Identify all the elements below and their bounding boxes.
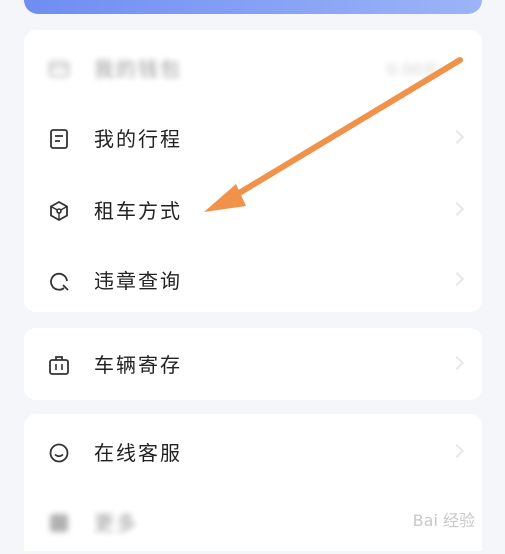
chevron-right-icon — [449, 443, 465, 459]
chevron-right-icon — [449, 355, 465, 371]
chat-icon — [49, 443, 69, 463]
menu-item-label: 我的行程 — [94, 127, 182, 151]
menu-card-primary: 我的钱包 0.00元 我的行程 租车方式 违章查询 — [24, 30, 482, 312]
search-circle-icon — [50, 272, 69, 291]
menu-item-label: 违章查询 — [94, 269, 182, 293]
menu-item-violation-query[interactable]: 违章查询 — [24, 248, 482, 312]
menu-item-vehicle-storage[interactable]: 车辆寄存 — [24, 332, 482, 396]
watermark: Bai 经验 — [412, 511, 475, 530]
wallet-balance: 0.00元 — [386, 60, 438, 79]
top-banner — [24, 0, 482, 14]
menu-item-label: 车辆寄存 — [94, 353, 182, 377]
menu-item-rental-mode[interactable]: 租车方式 — [24, 178, 482, 242]
menu-item-wallet[interactable]: 我的钱包 0.00元 — [24, 36, 482, 100]
menu-item-label: 我的钱包 — [94, 57, 182, 81]
briefcase-icon — [49, 356, 69, 375]
chevron-right-icon — [449, 271, 465, 287]
menu-item-label: 在线客服 — [94, 441, 182, 465]
document-icon — [50, 129, 68, 149]
menu-item-label: 租车方式 — [94, 199, 182, 223]
chevron-right-icon — [449, 59, 465, 75]
menu-card-secondary: 车辆寄存 — [24, 328, 482, 400]
menu-item-online-service[interactable]: 在线客服 — [24, 420, 482, 484]
menu-item-label: 更多 — [94, 511, 138, 535]
hexagon-icon — [50, 200, 68, 222]
more-icon — [50, 514, 68, 532]
chevron-right-icon — [449, 129, 465, 145]
menu-item-trips[interactable]: 我的行程 — [24, 106, 482, 170]
chevron-right-icon — [449, 201, 465, 217]
wallet-icon — [49, 61, 69, 77]
